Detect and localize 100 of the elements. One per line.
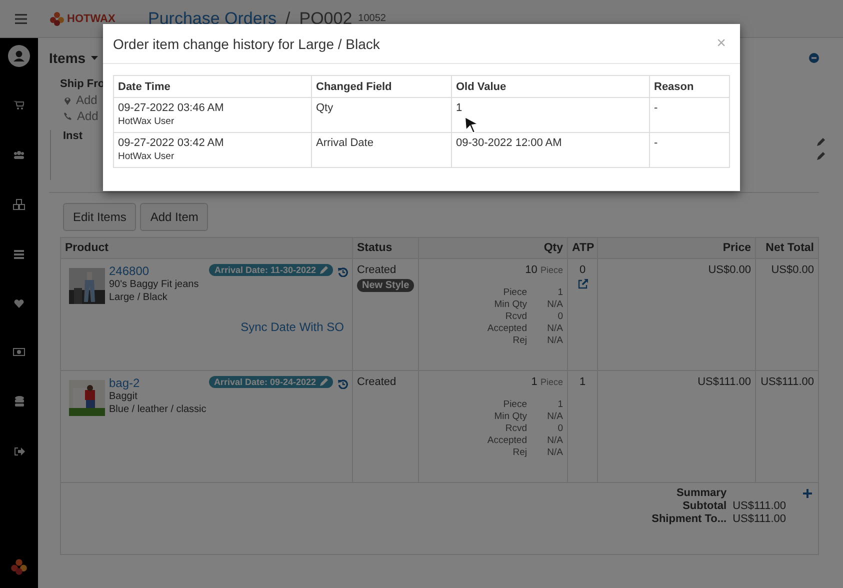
menu-icon[interactable] bbox=[15, 14, 27, 24]
summary-title: Summary bbox=[675, 487, 727, 499]
status-text: Created bbox=[357, 376, 398, 388]
cubes-icon[interactable] bbox=[13, 199, 25, 210]
detail-value: N/A bbox=[546, 323, 563, 335]
product-name: Baggit bbox=[109, 390, 138, 403]
detail-value: N/A bbox=[546, 411, 563, 423]
user-avatar-icon[interactable] bbox=[8, 45, 30, 67]
section-title[interactable]: Items bbox=[49, 50, 86, 66]
quantity: 1 bbox=[531, 376, 538, 388]
column-header: Old Value bbox=[452, 76, 650, 98]
reason-value: - bbox=[654, 102, 658, 114]
sync-date-link[interactable]: Sync Date With SO bbox=[240, 320, 344, 334]
net-total-value: US$0.00 bbox=[771, 264, 814, 276]
net-total-value: US$111.00 bbox=[760, 376, 814, 388]
summary-value: US$111.00 bbox=[732, 500, 786, 512]
price-value: US$111.00 bbox=[698, 376, 751, 388]
detail-value: N/A bbox=[546, 435, 563, 447]
add-link[interactable]: Add bbox=[76, 92, 98, 108]
breadcrumb-separator: / bbox=[286, 8, 290, 28]
detail-label: Rej bbox=[512, 335, 527, 347]
product-link[interactable]: bag-2 bbox=[109, 376, 206, 390]
plus-icon[interactable] bbox=[803, 488, 812, 498]
detail-label: Piece bbox=[502, 287, 527, 299]
history-icon[interactable] bbox=[338, 379, 348, 389]
summary-label: Shipment To... bbox=[652, 513, 727, 525]
map-pin-icon bbox=[64, 96, 71, 104]
caret-icon[interactable] bbox=[90, 56, 98, 60]
product-variant: Large / Black bbox=[109, 291, 168, 304]
add-link[interactable]: Add bbox=[77, 108, 98, 124]
flower-icon bbox=[49, 10, 65, 26]
order-id: 10052 bbox=[358, 13, 386, 24]
phone-icon bbox=[64, 112, 72, 120]
old-value: 09-30-2022 12:00 AM bbox=[456, 137, 562, 149]
change-user: HotWax User bbox=[118, 115, 176, 128]
detail-value: 1 bbox=[556, 287, 563, 299]
detail-label: Rej bbox=[512, 447, 527, 459]
summary-label: Subtotal bbox=[682, 500, 727, 512]
detail-label: Piece bbox=[502, 399, 527, 411]
summary-value: US$111.00 bbox=[732, 513, 786, 525]
unit-label: Piece bbox=[540, 377, 563, 387]
users-icon[interactable] bbox=[13, 150, 25, 159]
list-icon[interactable] bbox=[14, 250, 24, 259]
cart-icon[interactable] bbox=[14, 101, 24, 110]
detail-label: Min Qty bbox=[493, 411, 527, 423]
column-header: Reason bbox=[650, 76, 730, 98]
collapse-icon[interactable] bbox=[809, 53, 819, 63]
reason-value: - bbox=[654, 137, 658, 149]
column-header: Changed Field bbox=[312, 76, 452, 98]
changed-field: Arrival Date bbox=[316, 137, 374, 149]
atp-value: 0 bbox=[578, 264, 587, 276]
detail-value: 1 bbox=[556, 399, 563, 411]
detail-value: 0 bbox=[556, 311, 563, 323]
column-header: Qty bbox=[418, 238, 568, 258]
detail-value: N/A bbox=[546, 335, 563, 347]
column-header: Price bbox=[598, 238, 756, 258]
detail-label: Rcvd bbox=[504, 311, 527, 323]
logo-text: HOTWAX bbox=[67, 12, 116, 24]
detail-label: Accepted bbox=[487, 435, 527, 447]
quantity: 10 bbox=[525, 264, 538, 276]
change-date: 09-27-2022 03:42 AM bbox=[118, 137, 225, 150]
instructions-label: Inst bbox=[63, 130, 83, 142]
column-header: Product bbox=[60, 238, 352, 258]
column-header: Date Time bbox=[114, 76, 312, 98]
pencil-icon bbox=[320, 266, 328, 274]
column-header: ATP bbox=[568, 238, 598, 258]
product-variant: Blue / leather / classic bbox=[109, 403, 206, 416]
product-link[interactable]: 246800 bbox=[109, 264, 199, 278]
product-name: 90's Baggy Fit jeans bbox=[109, 278, 199, 291]
old-value: 1 bbox=[456, 102, 462, 114]
database-icon[interactable] bbox=[14, 396, 24, 407]
arrival-date-badge[interactable]: Arrival Date: 09-24-2022 bbox=[208, 376, 333, 388]
dialog-title: Order item change history for Large / Black bbox=[113, 36, 380, 52]
sign-out-icon[interactable] bbox=[14, 447, 24, 456]
history-icon[interactable] bbox=[338, 267, 348, 277]
detail-value: N/A bbox=[546, 299, 563, 311]
order-name: PO002 bbox=[299, 8, 352, 28]
detail-label: Accepted bbox=[487, 323, 527, 335]
column-header: Status bbox=[352, 238, 418, 258]
heart-icon[interactable] bbox=[14, 299, 24, 308]
detail-label: Rcvd bbox=[504, 423, 527, 435]
detail-value: N/A bbox=[546, 447, 563, 459]
action-button[interactable]: Edit Items bbox=[63, 203, 136, 231]
column-header: Net Total bbox=[756, 238, 818, 258]
pencil-icon bbox=[320, 378, 328, 386]
change-date: 09-27-2022 03:46 AM bbox=[118, 102, 225, 115]
money-icon[interactable] bbox=[13, 348, 25, 356]
arrival-date-badge[interactable]: Arrival Date: 11-30-2022 bbox=[209, 264, 333, 276]
price-value: US$0.00 bbox=[708, 264, 751, 276]
close-button[interactable]: × bbox=[712, 34, 730, 52]
style-tag: New Style bbox=[357, 279, 414, 292]
external-link-icon[interactable] bbox=[578, 279, 588, 289]
detail-value: 0 bbox=[556, 423, 563, 435]
changed-field: Qty bbox=[316, 102, 334, 114]
detail-label: Min Qty bbox=[493, 299, 527, 311]
action-button[interactable]: Add Item bbox=[140, 203, 208, 231]
change-user: HotWax User bbox=[118, 150, 176, 163]
unit-label: Piece bbox=[540, 265, 563, 275]
status-text: Created bbox=[357, 264, 398, 276]
atp-value: 1 bbox=[578, 376, 587, 388]
